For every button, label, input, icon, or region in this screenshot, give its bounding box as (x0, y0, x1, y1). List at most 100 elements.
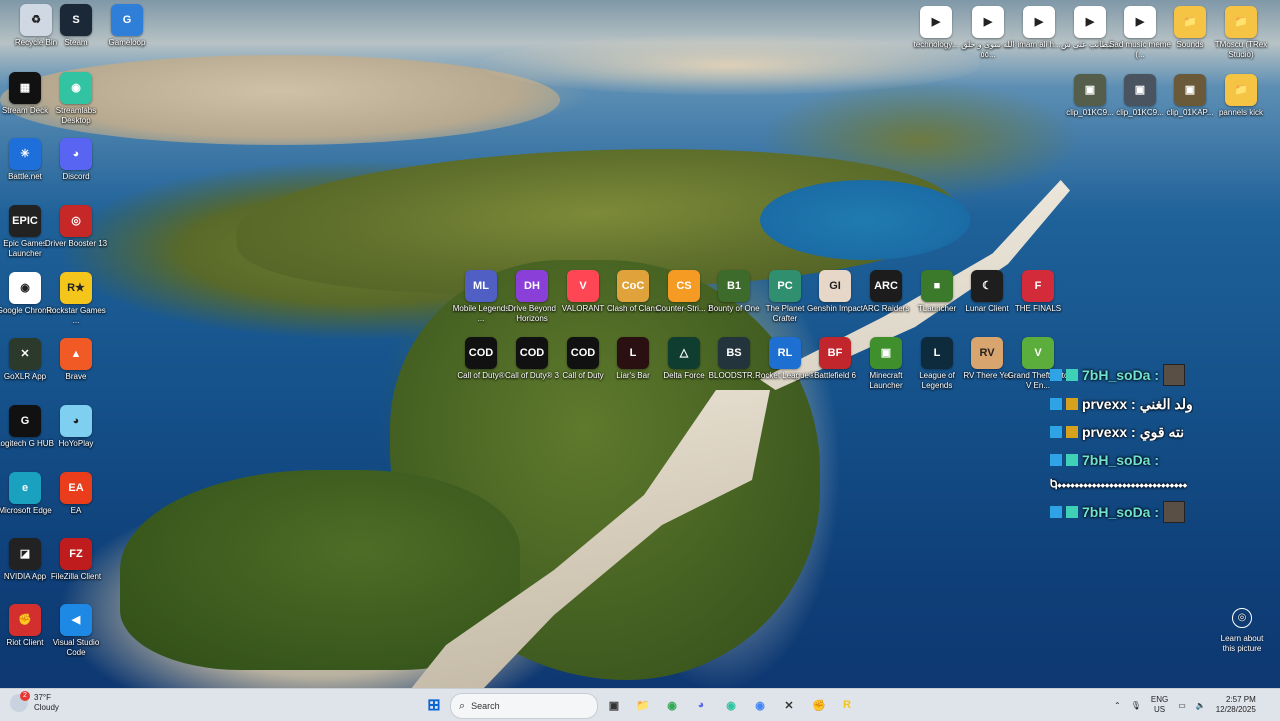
subscriber-badge-icon (1066, 506, 1078, 518)
ea-icon: EA (60, 472, 92, 504)
clip-2-icon: ▣ (1124, 74, 1156, 106)
desktop-icon-ea[interactable]: EA EA (44, 472, 108, 516)
riot-taskbar-icon[interactable]: ✊ (808, 694, 830, 716)
moderator-badge-icon (1050, 506, 1062, 518)
learn-label: Learn about this picture (1220, 634, 1264, 653)
desktop-icon-label: Visual Studio Code (52, 638, 100, 657)
chat-message: prvexx : ولد الغني (1050, 393, 1280, 415)
steam-icon: S (60, 4, 92, 36)
desktop-icon-streamlabs-desktop[interactable]: ◉ Streamlabs Desktop (44, 72, 108, 126)
drive-beyond-horizons-icon: DH (516, 270, 548, 302)
gameloop-icon: G (111, 4, 143, 36)
chat-username: 7bH_soDa : (1082, 504, 1160, 520)
moderator-badge-icon (1050, 398, 1062, 410)
desktop-icon-label: HoYoPlay (58, 439, 94, 448)
chevron-up-icon[interactable]: ⌃ (1114, 701, 1121, 710)
weather-widget[interactable]: 2 37°F Cloudy (10, 691, 59, 713)
desktop-icon-driver-booster[interactable]: ◎ Driver Booster 13 (44, 205, 108, 249)
the-finals-icon: F (1022, 270, 1054, 302)
desktop-icon-label: THE FINALS (1014, 304, 1062, 313)
driver-booster-icon: ◎ (60, 205, 92, 237)
file-explorer-icon[interactable]: 📁 (632, 694, 654, 716)
language-indicator[interactable]: ENG US (1151, 695, 1168, 715)
chat-message: 7bH_soDa : (1050, 501, 1280, 523)
moderator-badge-icon (1050, 426, 1062, 438)
folder-panels-icon: 📁 (1225, 74, 1257, 106)
desktop-icon-label: TMoscu (TRex Studio) (1214, 40, 1268, 59)
desktop-icon-label: FileZilla Client (50, 572, 102, 581)
microphone-icon[interactable]: 🎙 (1131, 701, 1141, 710)
task-view-icon[interactable]: ▣ (603, 694, 625, 716)
league-of-legends-icon: L (921, 337, 953, 369)
clock-time: 2:57 PM (1225, 695, 1256, 704)
chat-emote-avatar (1163, 501, 1186, 523)
chat-username: prvexx : (1082, 424, 1136, 440)
streamlabs-desktop-icon: ◉ (60, 72, 92, 104)
search-box[interactable]: ⌕ Search (450, 693, 598, 719)
desktop-icon-brave[interactable]: ▲ Brave (44, 338, 108, 382)
video-arabic-1-icon: ▶ (972, 6, 1004, 38)
volume-icon[interactable]: 🔈 (1196, 701, 1206, 710)
tlauncher-icon: ■ (921, 270, 953, 302)
network-icon[interactable]: ▭ (1178, 701, 1186, 710)
desktop-icon-hoyoplay[interactable]: ◕ HoYoPlay (44, 405, 108, 449)
epic-games-icon: EPIC (9, 205, 41, 237)
cloud-icon: 2 (10, 691, 30, 712)
liars-bar-icon: L (617, 337, 649, 369)
hoyoplay-icon: ◕ (60, 405, 92, 437)
video-technology-icon: ▶ (920, 6, 952, 38)
desktop-icon-the-finals[interactable]: F THE FINALS (1006, 270, 1070, 314)
chat-message: prvexx : نته قوي (1050, 421, 1280, 443)
bloodstrike-icon: BS (718, 337, 750, 369)
chrome-taskbar-icon[interactable]: ◉ (661, 694, 683, 716)
goxlr-taskbar-icon[interactable]: ✕ (778, 694, 800, 716)
google-chrome-icon: ◉ (9, 272, 41, 304)
learn-about-picture[interactable]: ◎ Learn about this picture (1214, 608, 1270, 654)
delta-force-icon: △ (668, 337, 700, 369)
search-icon: ⌕ (459, 699, 466, 712)
clock-date: 12/28/2025 (1215, 705, 1256, 714)
chat-message: 7bH_soDa : (1050, 364, 1280, 386)
folder-tmoscu-icon: 📁 (1225, 6, 1257, 38)
call-of-duty-3-icon: COD (567, 337, 599, 369)
desktop-icon-folder-tmoscu[interactable]: 📁 TMoscu (TRex Studio) (1209, 6, 1273, 60)
desktop-icon-gameloop[interactable]: G Gameloop (95, 4, 159, 48)
desktop-icon-filezilla[interactable]: FZ FileZilla Client (44, 538, 108, 582)
desktop-icon-label: Driver Booster 13 (44, 239, 108, 248)
moderator-badge-icon (1050, 369, 1062, 381)
folder-sounds-icon: 📁 (1174, 6, 1206, 38)
clock[interactable]: 2:57 PM 12/28/2025 (1216, 695, 1256, 715)
chat-username: prvexx : (1082, 396, 1136, 412)
desktop-icon-rockstar-games[interactable]: R★ Rockstar Games ... (44, 272, 108, 326)
desktop-icon-discord[interactable]: ◕ Discord (44, 138, 108, 182)
chat-text: Ⴉ⬩⬩⬩⬩⬩⬩⬩⬩⬩⬩⬩⬩⬩⬩⬩⬩⬩⬩⬩⬩⬩⬩⬩⬩⬩⬩⬩⬩⬩⬩ (1050, 477, 1188, 492)
crown-badge-icon (1066, 426, 1078, 438)
chrome-alt-taskbar-icon[interactable]: ◉ (749, 694, 771, 716)
valorant-icon: V (567, 270, 599, 302)
call-of-duty-1-icon: COD (465, 337, 497, 369)
goxlr-icon: ✕ (9, 338, 41, 370)
battle-net-icon: ✳ (9, 138, 41, 170)
search-placeholder: Search (471, 701, 500, 711)
arc-raiders-icon: ARC (870, 270, 902, 302)
rockstar-taskbar-icon[interactable]: R (836, 694, 858, 716)
rv-there-yet-icon: RV (971, 337, 1003, 369)
moderator-badge-icon (1050, 454, 1062, 466)
weather-desc: Cloudy (34, 703, 59, 712)
clip-1-icon: ▣ (1074, 74, 1106, 106)
nvidia-app-icon: ◪ (9, 538, 41, 570)
call-of-duty-2-icon: COD (516, 337, 548, 369)
rockstar-games-icon: R★ (60, 272, 92, 304)
taskbar: 2 37°F Cloudy ⊞ ⌕ Search ▣ 📁 ◉ ◕ ◉ ◉ ✕ ✊ R ⌃ 🎙 E… (0, 688, 1280, 721)
visual-studio-code-icon: ◀ (60, 604, 92, 636)
lang-bottom: US (1153, 705, 1166, 714)
desktop-icon-label: Brave (65, 372, 87, 381)
desktop-icon-folder-panels[interactable]: 📁 pannels kick (1209, 74, 1273, 118)
start-button[interactable]: ⊞ (423, 694, 445, 716)
clip-3-icon: ▣ (1174, 74, 1206, 106)
chat-username: 7bH_soDa : (1082, 367, 1160, 383)
discord-taskbar-icon[interactable]: ◕ (690, 694, 712, 716)
lunar-client-icon: ☾ (971, 270, 1003, 302)
streamlabs-taskbar-icon[interactable]: ◉ (720, 694, 742, 716)
desktop-icon-visual-studio-code[interactable]: ◀ Visual Studio Code (44, 604, 108, 658)
